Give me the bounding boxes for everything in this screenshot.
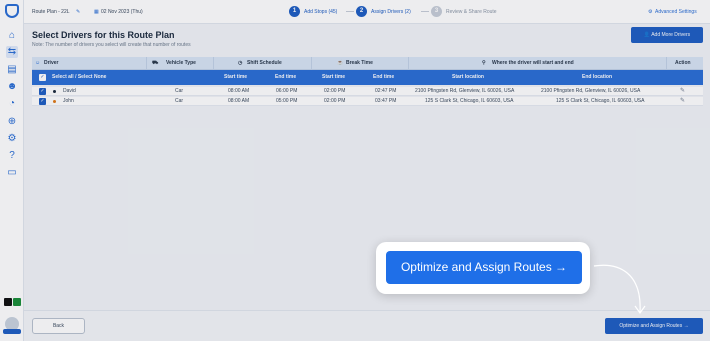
pointer-arrow-icon [593, 264, 646, 315]
highlighted-optimize-button[interactable]: Optimize and Assign Routes → [386, 251, 582, 284]
